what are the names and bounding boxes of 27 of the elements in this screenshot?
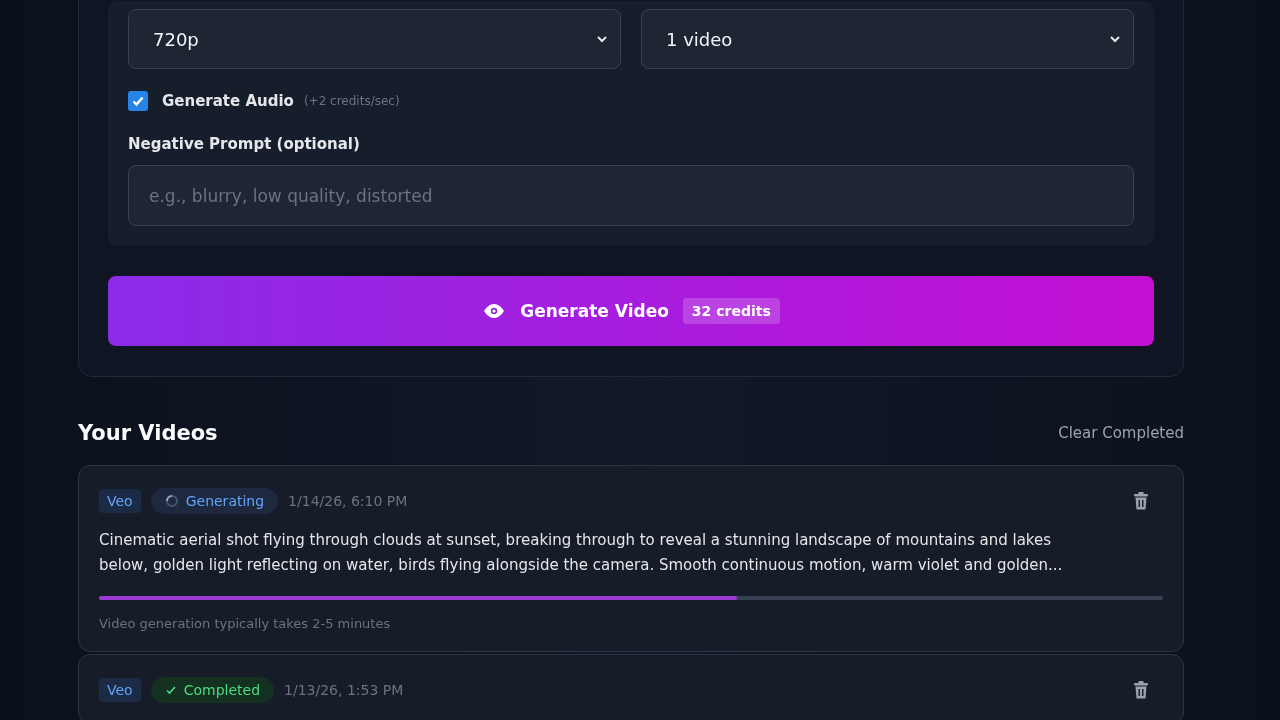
negative-prompt-field[interactable]: e.g., blurry, low quality, distorted	[128, 165, 1134, 226]
spinner-icon	[164, 494, 179, 508]
check-icon	[164, 684, 177, 696]
model-tag: Veo	[99, 678, 141, 702]
timestamp: 1/13/26, 1:53 PM	[284, 682, 404, 698]
eye-icon	[482, 303, 507, 319]
section-title: Your Videos	[78, 421, 218, 445]
chevron-down-icon	[1109, 35, 1121, 43]
trash-icon[interactable]	[1133, 492, 1149, 510]
hint-text: Video generation typically takes 2-5 minutes	[99, 616, 392, 631]
trash-icon[interactable]	[1133, 681, 1149, 699]
status-badge: Generating	[150, 488, 279, 514]
check-icon	[131, 94, 145, 108]
checkbox[interactable]	[128, 91, 148, 111]
status-badge: Completed	[150, 677, 275, 703]
chevron-down-icon	[596, 35, 608, 43]
dropdown[interactable]: 720p	[128, 9, 621, 69]
timestamp: 1/14/26, 6:10 PM	[288, 493, 408, 509]
clear-completed-link[interactable]: Clear Completed	[1058, 424, 1184, 442]
field-label: Negative Prompt (optional)	[128, 135, 361, 153]
dropdown[interactable]: 1 video	[641, 9, 1134, 69]
checkbox-label: Generate Audio	[162, 92, 294, 110]
model-tag: Veo	[99, 489, 141, 513]
credits-note: (+2 credits/sec)	[303, 94, 400, 108]
generate-video-button[interactable]: Generate Video 32 credits	[108, 276, 1154, 346]
prompt-text: Cinematic aerial shot flying through clouds at sunset, breaking through to reveal a stunning landscape of mountains and lakes below, golden light reflecting on water, birds flying alongside the camera. Smooth continuous motion, warm violet and golden...	[99, 530, 1064, 576]
credits-badge: 32 credits	[682, 298, 780, 324]
